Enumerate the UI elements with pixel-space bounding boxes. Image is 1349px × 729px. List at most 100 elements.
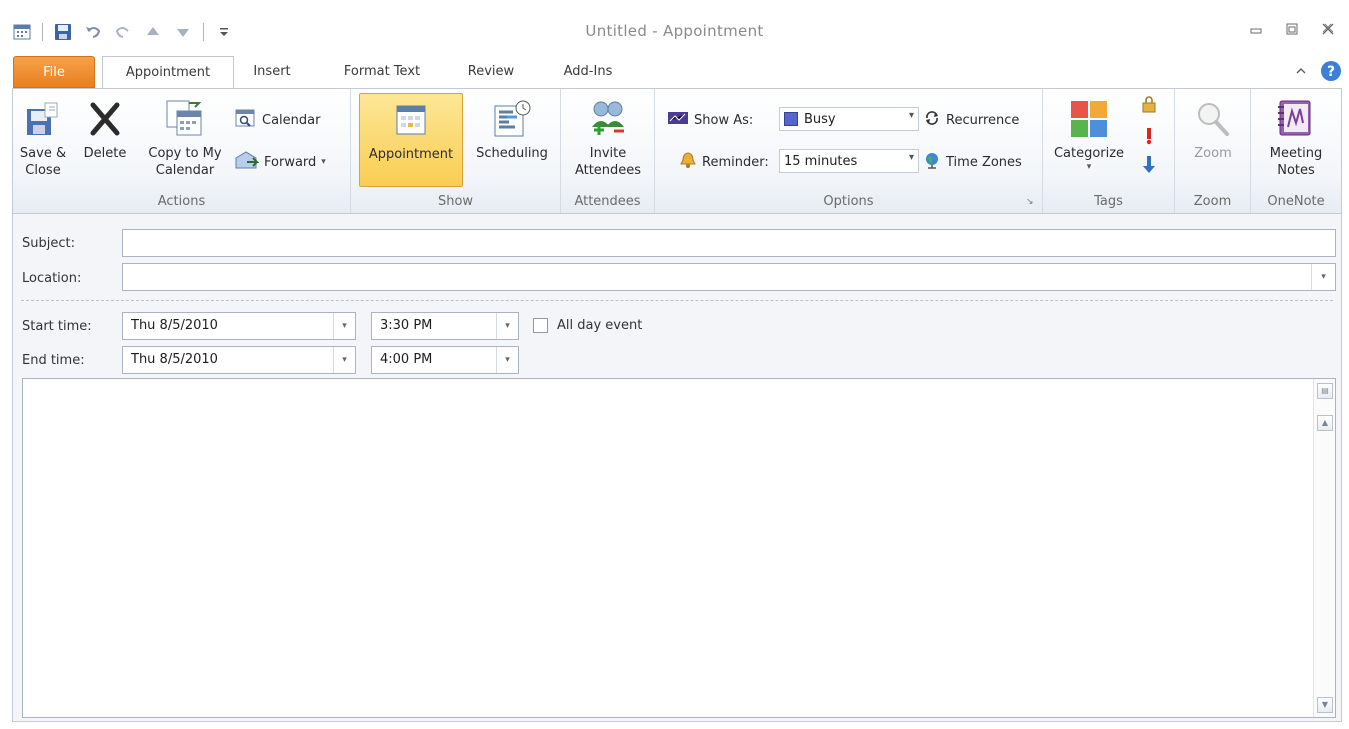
calendar-label: Calendar <box>262 112 321 128</box>
invite-attendees-icon <box>588 99 628 139</box>
maximize-icon[interactable] <box>1285 22 1299 36</box>
location-dropdown-icon[interactable]: ▾ <box>1311 264 1335 290</box>
appointment-calendar-icon <box>391 100 431 140</box>
subject-input[interactable] <box>122 229 1336 257</box>
categorize-dropdown-icon: ▾ <box>1086 162 1092 172</box>
location-input[interactable]: ▾ <box>122 263 1336 291</box>
onenote-icon <box>1276 99 1316 139</box>
reminder-label-group: Reminder: <box>679 151 769 173</box>
forward-dropdown-icon[interactable]: ▾ <box>321 157 326 167</box>
invite-label-2: Attendees <box>574 163 642 178</box>
appointment-view-button[interactable]: Appointment <box>359 93 463 187</box>
high-importance-icon <box>1144 126 1154 150</box>
appointment-body-editor[interactable]: ▤ ▲ ▼ <box>22 378 1336 718</box>
scroll-down-icon[interactable]: ▼ <box>1317 697 1333 713</box>
copy-label-2: Calendar <box>155 163 215 178</box>
meeting-notes-label-1: Meeting <box>1269 146 1323 161</box>
start-date-value: Thu 8/5/2010 <box>131 318 218 333</box>
copy-to-my-calendar-button[interactable]: Copy to My Calendar <box>137 93 233 179</box>
minimize-ribbon-icon[interactable] <box>1294 64 1308 81</box>
group-zoom: Zoom Zoom <box>1175 89 1251 213</box>
end-time-value: 4:00 PM <box>380 352 433 367</box>
scroll-up-icon[interactable]: ▲ <box>1317 415 1333 431</box>
appointment-label: Appointment <box>368 147 454 162</box>
show-as-label: Show As: <box>694 112 754 128</box>
private-button[interactable] <box>1141 95 1157 117</box>
end-date-picker[interactable]: Thu 8/5/2010 ▾ <box>122 346 356 374</box>
show-as-label-group: Show As: <box>667 109 753 131</box>
tab-file[interactable]: File <box>13 56 95 88</box>
meeting-notes-button[interactable]: Meeting Notes <box>1257 93 1335 179</box>
ruler-toggle-icon[interactable]: ▤ <box>1317 383 1333 399</box>
start-time-label: Start time: <box>22 319 92 334</box>
scheduling-button[interactable]: Scheduling <box>467 93 557 162</box>
categorize-button[interactable]: Categorize ▾ <box>1049 93 1129 172</box>
time-zones-button[interactable]: Time Zones <box>923 151 1022 173</box>
section-divider <box>21 300 1333 301</box>
categorize-icon <box>1069 99 1109 139</box>
group-attendees: Invite Attendees Attendees <box>561 89 655 213</box>
save-close-button[interactable]: Save & Close <box>15 93 71 179</box>
all-day-checkbox[interactable] <box>533 318 548 333</box>
globe-icon <box>923 151 941 173</box>
delete-label: Delete <box>83 146 127 161</box>
tab-insert[interactable]: Insert <box>244 56 300 88</box>
meeting-notes-label-2: Notes <box>1277 163 1315 178</box>
group-tags: Categorize ▾ Tags <box>1043 89 1175 213</box>
tab-review[interactable]: Review <box>456 56 526 88</box>
chevron-down-icon[interactable]: ▾ <box>496 347 518 373</box>
lock-icon <box>1141 95 1157 117</box>
low-importance-icon <box>1142 154 1156 178</box>
vertical-scrollbar[interactable]: ▤ ▲ ▼ <box>1313 379 1335 717</box>
ribbon-controls: ? <box>1294 60 1342 85</box>
group-onenote: Meeting Notes OneNote <box>1251 89 1341 213</box>
bell-icon <box>679 151 697 173</box>
save-close-label-1: Save & <box>19 146 67 161</box>
end-time-picker[interactable]: 4:00 PM ▾ <box>371 346 519 374</box>
zoom-button[interactable]: Zoom <box>1181 93 1245 162</box>
calendar-button[interactable]: Calendar <box>235 109 320 131</box>
chevron-down-icon[interactable]: ▾ <box>333 347 355 373</box>
chevron-down-icon[interactable]: ▾ <box>496 313 518 339</box>
show-as-value: Busy <box>804 111 836 127</box>
reminder-dropdown[interactable]: 15 minutes ▾ <box>779 149 919 173</box>
start-date-picker[interactable]: Thu 8/5/2010 ▾ <box>122 312 356 340</box>
ribbon: Save & Close Delete Copy to My Calendar … <box>12 88 1342 214</box>
group-label-tags: Tags <box>1094 194 1123 209</box>
chevron-down-icon: ▾ <box>908 110 914 121</box>
tab-add-ins[interactable]: Add-Ins <box>548 56 628 88</box>
show-as-icon <box>667 110 689 130</box>
recurrence-button[interactable]: Recurrence <box>923 109 1019 131</box>
minimize-icon[interactable] <box>1249 22 1263 36</box>
group-label-zoom: Zoom <box>1193 194 1232 209</box>
group-label-show: Show <box>437 194 474 209</box>
forward-label: Forward <box>264 154 317 170</box>
end-time-label: End time: <box>22 353 85 368</box>
invite-attendees-button[interactable]: Invite Attendees <box>565 93 651 179</box>
scheduling-label: Scheduling <box>476 146 548 161</box>
options-dialog-launcher-icon[interactable]: ↘ <box>1026 197 1036 207</box>
close-icon[interactable] <box>1321 22 1335 36</box>
categorize-label: Categorize <box>1053 146 1125 161</box>
invite-label-1: Invite <box>589 146 627 161</box>
show-as-dropdown[interactable]: Busy ▾ <box>779 107 919 131</box>
start-time-picker[interactable]: 3:30 PM ▾ <box>371 312 519 340</box>
save-close-icon <box>23 99 63 139</box>
forward-button[interactable]: Forward ▾ <box>235 151 326 173</box>
low-importance-button[interactable] <box>1142 155 1156 177</box>
delete-button[interactable]: Delete <box>73 93 137 162</box>
busy-color-swatch <box>784 112 798 126</box>
group-show: Appointment Scheduling Show <box>351 89 561 213</box>
magnifier-icon <box>1193 99 1233 139</box>
recurrence-icon <box>923 109 941 131</box>
copy-label-1: Copy to My <box>148 146 222 161</box>
high-importance-button[interactable] <box>1144 127 1154 149</box>
group-label-attendees: Attendees <box>574 194 641 209</box>
chevron-down-icon[interactable]: ▾ <box>333 313 355 339</box>
group-label-onenote: OneNote <box>1267 194 1325 209</box>
tab-format-text[interactable]: Format Text <box>330 56 434 88</box>
tab-appointment[interactable]: Appointment <box>102 56 234 89</box>
help-icon[interactable]: ? <box>1320 60 1342 85</box>
save-close-label-2: Close <box>25 163 61 178</box>
subject-label: Subject: <box>22 236 75 251</box>
